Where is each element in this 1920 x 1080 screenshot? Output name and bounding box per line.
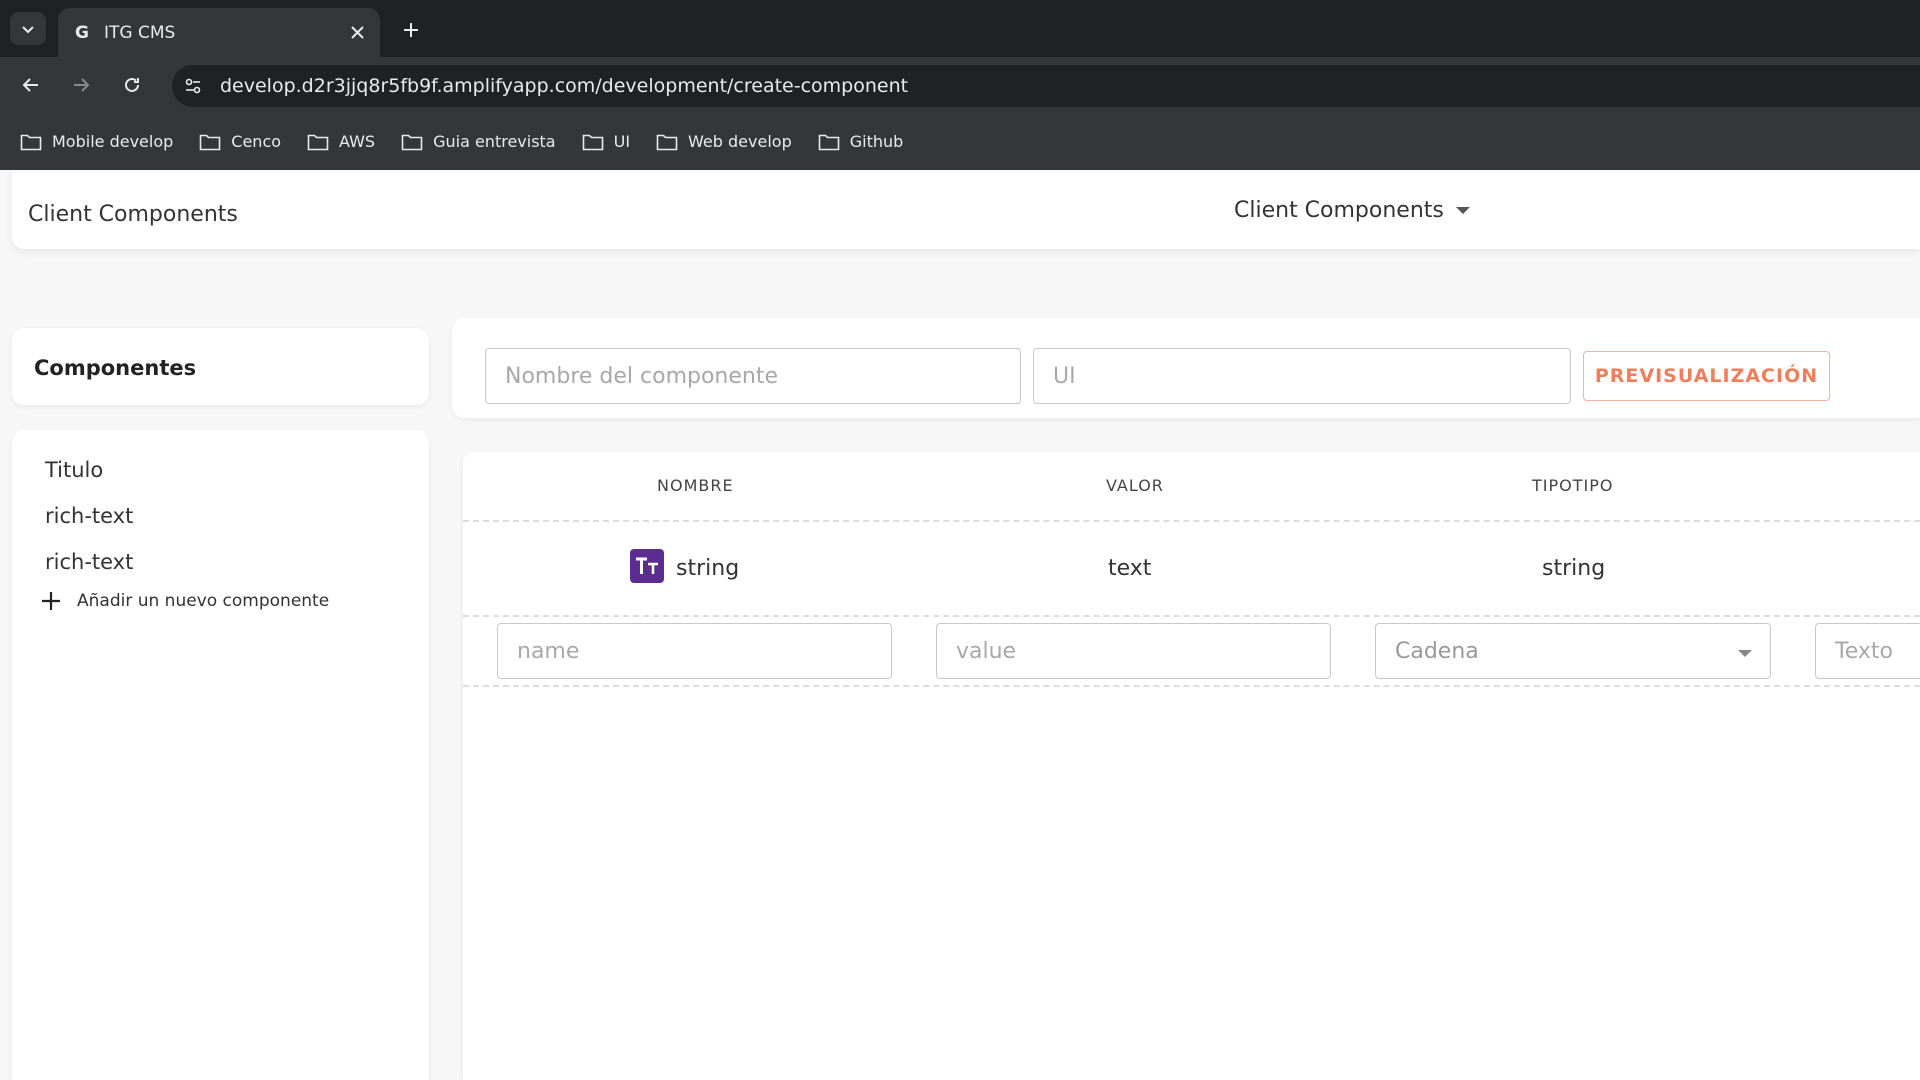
plus-icon — [42, 592, 60, 610]
browser-tab-bar: G ITG CMS — [0, 0, 1920, 57]
client-selector-label: Client Components — [1234, 198, 1444, 223]
bookmark-label: Cenco — [231, 132, 282, 151]
forward-button[interactable] — [65, 69, 97, 101]
app-viewport: Client Components Client Components Comp… — [0, 170, 1920, 1080]
bookmark-label: Github — [849, 132, 904, 151]
bookmark-label: UI — [613, 132, 631, 151]
bookmark-guia-entrevista[interactable]: Guia entrevista — [401, 124, 556, 160]
tab-close-button[interactable] — [346, 22, 368, 44]
component-item-rich-text[interactable]: rich-text — [45, 504, 133, 528]
table-divider — [463, 615, 1920, 617]
bookmark-web-develop[interactable]: Web develop — [656, 124, 792, 160]
table-divider — [463, 520, 1920, 522]
new-property-name-input[interactable]: name — [497, 623, 892, 679]
url-text: develop.d2r3jjq8r5fb9f.amplifyapp.com/de… — [220, 75, 909, 97]
site-info-button[interactable] — [172, 65, 214, 107]
bookmark-cenco[interactable]: Cenco — [199, 124, 281, 160]
component-ui-input[interactable]: UI — [1033, 348, 1571, 404]
address-bar[interactable]: develop.d2r3jjq8r5fb9f.amplifyapp.com/de… — [172, 65, 1920, 107]
page-title: Client Components — [28, 202, 238, 227]
column-header-valor: VALOR — [1106, 476, 1164, 495]
tune-icon — [185, 78, 201, 94]
text-type-icon — [630, 549, 664, 583]
browser-toolbar: develop.d2r3jjq8r5fb9f.amplifyapp.com/de… — [0, 57, 1920, 113]
folder-icon — [307, 134, 329, 150]
arrow-right-icon — [74, 78, 90, 92]
properties-table: NOMBRE VALOR TIPOTIPO string text string… — [463, 452, 1920, 1080]
tab-search-button[interactable] — [10, 12, 46, 45]
row-value: text — [1108, 556, 1152, 581]
close-icon — [350, 26, 364, 39]
caret-down-icon — [1738, 650, 1752, 657]
bookmark-ui[interactable]: UI — [582, 124, 630, 160]
bookmark-label: Guia entrevista — [433, 132, 556, 151]
folder-icon — [401, 134, 423, 150]
table-divider — [463, 685, 1920, 687]
bookmark-label: Web develop — [688, 132, 792, 151]
reload-button[interactable] — [116, 69, 148, 101]
new-property-type-select[interactable]: Cadena — [1375, 623, 1771, 679]
favicon-icon: G — [75, 22, 89, 43]
bookmark-aws[interactable]: AWS — [307, 124, 375, 160]
bookmark-label: Mobile develop — [52, 132, 174, 151]
folder-icon — [818, 134, 840, 150]
bookmark-label: AWS — [339, 132, 376, 151]
row-name: string — [676, 556, 740, 581]
components-title-card: Componentes — [12, 328, 429, 405]
new-property-value-input[interactable]: value — [936, 623, 1331, 679]
folder-icon — [582, 134, 603, 150]
back-button[interactable] — [15, 69, 47, 101]
bookmark-github[interactable]: Github — [818, 124, 904, 160]
app-header: Client Components Client Components — [12, 170, 1920, 249]
bookmark-mobile-develop[interactable]: Mobile develop — [20, 124, 173, 160]
column-header-nombre: NOMBRE — [657, 476, 734, 495]
tab-title: ITG CMS — [104, 22, 176, 43]
components-heading: Componentes — [34, 356, 197, 380]
chevron-down-icon — [22, 25, 34, 33]
client-selector-dropdown[interactable]: Client Components — [1234, 198, 1470, 223]
plus-icon — [404, 23, 418, 37]
browser-tab[interactable]: G ITG CMS — [58, 8, 380, 57]
column-header-tipo: TIPOTIPO — [1532, 476, 1614, 495]
arrow-left-icon — [22, 78, 38, 92]
folder-icon — [20, 134, 42, 150]
add-component-label: Añadir un nuevo componente — [77, 591, 330, 611]
component-item-titulo[interactable]: Titulo — [45, 458, 103, 482]
add-component-button[interactable]: Añadir un nuevo componente — [40, 590, 329, 612]
new-tab-button[interactable] — [396, 15, 426, 45]
folder-icon — [656, 134, 678, 150]
text-format-icon — [636, 557, 658, 574]
component-name-input[interactable]: Nombre del componente — [485, 348, 1021, 404]
row-type: string — [1542, 556, 1606, 581]
bookmarks-bar: Mobile develop Cenco AWS Guia entrevista… — [0, 113, 1920, 170]
components-list: Titulo rich-text rich-text Añadir un nue… — [12, 430, 429, 1080]
preview-button[interactable]: PREVISUALIZACIÓN — [1583, 351, 1830, 401]
folder-icon — [199, 134, 221, 150]
component-item-rich-text-2[interactable]: rich-text — [45, 550, 133, 574]
caret-down-icon — [1455, 207, 1470, 214]
reload-icon — [125, 77, 139, 92]
component-form: Nombre del componente UI PREVISUALIZACIÓ… — [452, 318, 1920, 418]
type-select-value: Cadena — [1395, 638, 1479, 664]
new-property-text-input[interactable]: Texto — [1815, 623, 1920, 679]
